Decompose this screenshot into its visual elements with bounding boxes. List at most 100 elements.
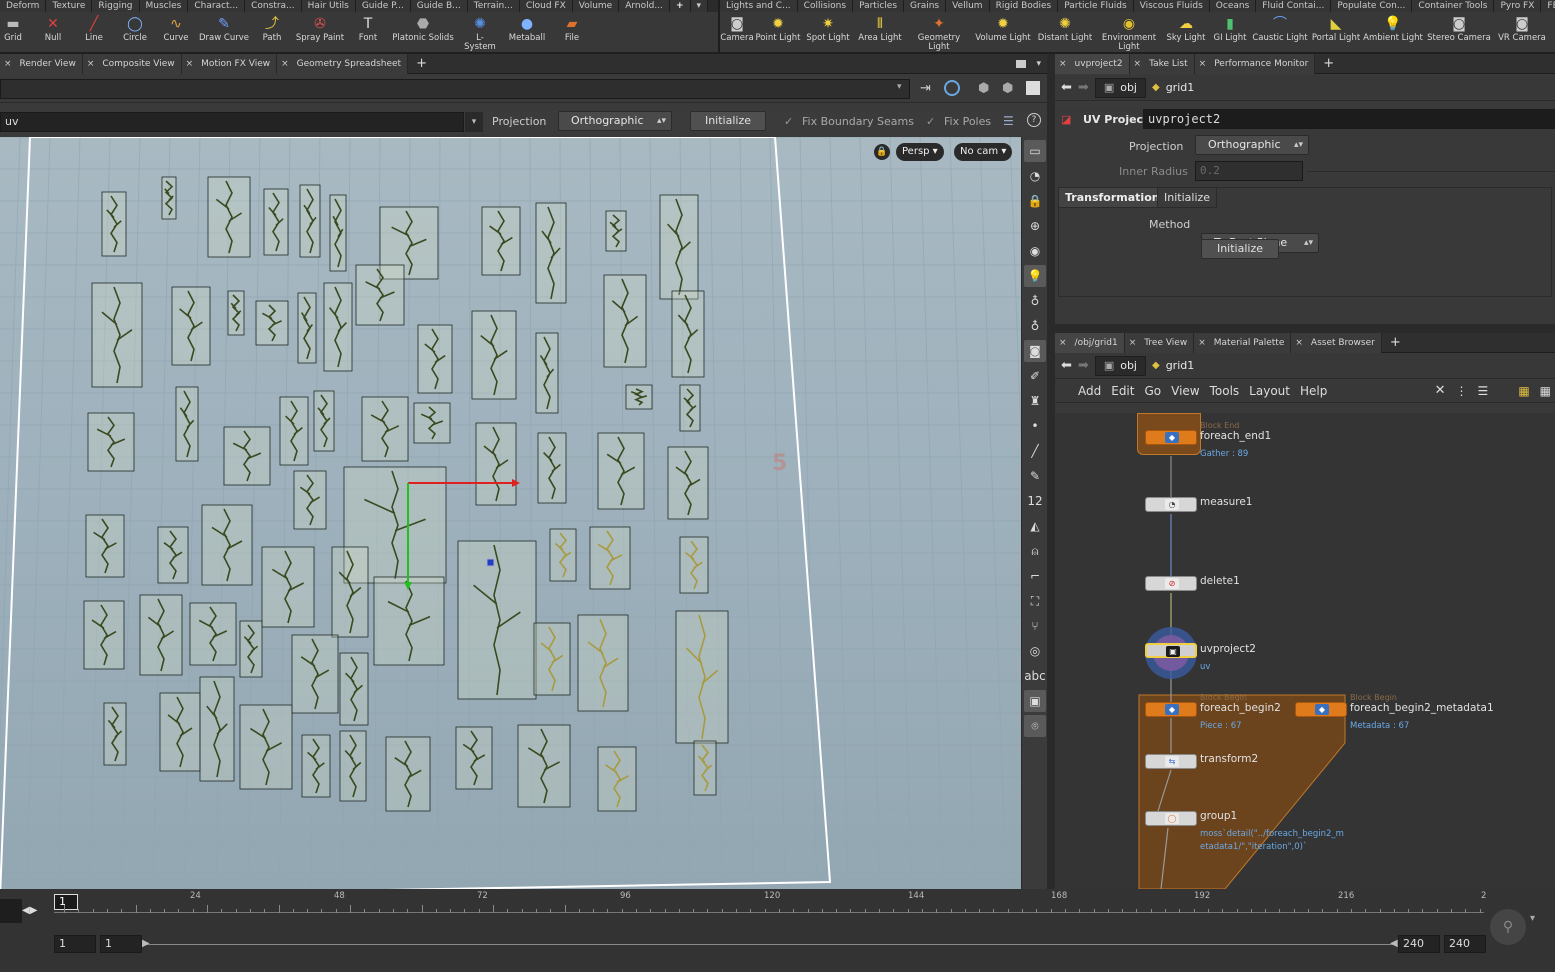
selection-dropdown-icon[interactable]: ▾ xyxy=(897,82,902,92)
shelf-tool[interactable]: ◙ Camera xyxy=(720,12,754,52)
scene-viewport[interactable]: 5 🔒 Persp ▾ No cam ▾ xyxy=(0,137,1021,889)
shelf-tool[interactable]: ╱ Line xyxy=(80,12,108,52)
node-foreach-end1[interactable]: ◆ xyxy=(1145,430,1197,445)
audio-key-icon[interactable]: ⚲ xyxy=(1490,909,1526,945)
pose-icon[interactable]: ✐ xyxy=(1024,365,1046,387)
range-slider[interactable] xyxy=(145,944,1393,945)
shelf-tab[interactable]: Viscous Fluids xyxy=(1133,0,1210,12)
shelf-tab[interactable]: Particle Fluids xyxy=(1058,0,1134,12)
close-icon[interactable]: × xyxy=(1199,54,1207,74)
shelf-tool[interactable]: ✎ Draw Curve xyxy=(190,12,258,52)
node-foreach-begin2[interactable]: ◆ xyxy=(1145,702,1197,717)
shelf-tool[interactable]: ✹ Volume Light xyxy=(972,12,1034,52)
group-field[interactable]: uv xyxy=(0,112,464,132)
branch-icon[interactable]: ⑂ xyxy=(1024,615,1046,637)
lock-icon[interactable]: 🔒 xyxy=(1024,190,1046,212)
tile-view-icon[interactable]: ▦ xyxy=(1540,384,1551,398)
net-menu-item[interactable]: Tools xyxy=(1205,384,1245,398)
pane-tab[interactable]: × Motion FX View xyxy=(181,53,278,74)
shelf-tool[interactable]: ✺ L-System xyxy=(464,12,496,52)
shelf-tab[interactable]: Lights and C... xyxy=(720,0,798,12)
camera-menu[interactable]: No cam ▾ xyxy=(954,143,1013,161)
tab-transformation[interactable]: Transformation xyxy=(1058,187,1167,208)
shelf-tool[interactable]: ● Metaball xyxy=(496,12,558,52)
shelf-tab[interactable]: Guide P... xyxy=(355,0,411,12)
shelf-tab[interactable]: Arnold... xyxy=(619,0,670,12)
help-icon[interactable]: ? xyxy=(1027,113,1041,127)
fix-poles-checkbox[interactable]: ✓ xyxy=(926,115,935,128)
pivot-handle[interactable] xyxy=(486,558,495,567)
shelf-tab[interactable]: Deform xyxy=(0,0,47,12)
pane-tab[interactable]: × Composite View xyxy=(82,53,182,74)
shelf-tool[interactable]: ⬣ Platonic Solids xyxy=(382,12,464,52)
forward-arrow-icon[interactable]: ➡ xyxy=(1078,80,1089,95)
shelf-tab[interactable]: Oceans xyxy=(1209,0,1257,12)
cube-icon[interactable]: ⬢ xyxy=(978,81,989,96)
brush-icon[interactable]: ✎ xyxy=(1024,465,1046,487)
shelf-tab[interactable]: Pyro FX xyxy=(1494,0,1542,12)
add-param-tab-icon[interactable]: + xyxy=(1323,56,1334,71)
net-back-arrow-icon[interactable]: ⬅ xyxy=(1061,358,1072,373)
close-icon[interactable]: × xyxy=(1059,333,1067,353)
pin-light-icon[interactable]: ⌾ xyxy=(1024,715,1046,737)
pane-layout-icon[interactable] xyxy=(1016,59,1027,68)
close-icon[interactable]: × xyxy=(4,54,12,74)
shelf-tab[interactable]: Particles xyxy=(853,0,905,12)
shelf-tab[interactable]: Constra... xyxy=(245,0,302,12)
shelf-tool[interactable]: ▰ File xyxy=(558,12,586,52)
shelf-tab[interactable]: Populate Con... xyxy=(1331,0,1413,12)
net-path-node[interactable]: ◆ grid1 xyxy=(1152,359,1194,372)
net-menu-item[interactable]: Layout xyxy=(1244,384,1295,398)
shelf-tab[interactable]: Hair Utils xyxy=(301,0,356,12)
pane-tab[interactable]: × Take List xyxy=(1129,53,1195,74)
current-frame-field[interactable]: 1 xyxy=(54,894,78,910)
net-menu-item[interactable]: Edit xyxy=(1106,384,1139,398)
net-menu-item[interactable]: View xyxy=(1166,384,1204,398)
tab-initialize[interactable]: Initialize xyxy=(1157,187,1218,208)
select-icon[interactable]: ▭ xyxy=(1024,140,1046,162)
shelf-tool[interactable]: ✕ Null xyxy=(26,12,80,52)
shelf-tool[interactable]: ∿ Curve xyxy=(162,12,190,52)
pane-tab[interactable]: × Material Palette xyxy=(1194,332,1292,353)
node-measure1[interactable]: ◔ xyxy=(1145,497,1197,512)
shelf-tool[interactable]: T Font xyxy=(354,12,382,52)
close-icon[interactable]: × xyxy=(1059,54,1067,74)
node-name-field[interactable]: uvproject2 xyxy=(1143,109,1555,129)
net-menu-item[interactable]: Add xyxy=(1073,384,1106,398)
close-icon[interactable]: × xyxy=(281,54,289,74)
shelf-tab[interactable]: Terrain... xyxy=(467,0,520,12)
add-tab-icon[interactable]: + xyxy=(416,56,427,71)
initialize-button[interactable]: Initialize xyxy=(690,111,766,131)
frame-ruler[interactable] xyxy=(54,912,1484,913)
network-editor[interactable]: Block End ◆ foreach_end1 Gather : 89 ◔ m… xyxy=(1055,413,1555,889)
target-icon[interactable] xyxy=(944,80,960,96)
node-foreach-begin2-metadata1[interactable]: ◆ xyxy=(1295,702,1347,717)
key-options-icon[interactable]: ▾ xyxy=(1530,913,1535,924)
net-menu-item[interactable]: Go xyxy=(1139,384,1166,398)
shelf-tab[interactable]: Rigging xyxy=(92,0,140,12)
back-arrow-icon[interactable]: ⬅ xyxy=(1061,80,1072,95)
display-options-icon[interactable]: ⬢ xyxy=(1002,81,1013,96)
shelf-menu-icon[interactable]: ▾ xyxy=(690,0,709,12)
selection-bar[interactable] xyxy=(0,79,910,99)
shelf-divider[interactable] xyxy=(718,0,720,54)
snap-icon[interactable]: ⊕ xyxy=(1024,215,1046,237)
pane-menu-icon[interactable]: ▾ xyxy=(1036,59,1041,69)
shelf-tool[interactable]: ⫴ Area Light xyxy=(854,12,906,52)
range-start-field[interactable]: 1 xyxy=(100,935,142,953)
shelf-tab[interactable]: Vellum xyxy=(946,0,990,12)
text-icon[interactable]: abc xyxy=(1024,665,1046,687)
close-icon[interactable]: × xyxy=(1129,333,1137,353)
shelf-tab[interactable]: Rigid Bodies xyxy=(989,0,1059,12)
shelf-tool[interactable]: ▬ Grid xyxy=(0,12,26,52)
pane-tab[interactable]: × Geometry Spreadsheet xyxy=(277,53,409,74)
shelf-tool[interactable]: ✺ Distant Light xyxy=(1034,12,1096,52)
edge-icon[interactable]: ╱ xyxy=(1024,440,1046,462)
range-end-field[interactable]: 240 xyxy=(1398,935,1440,953)
close-icon[interactable]: × xyxy=(186,54,194,74)
image-icon[interactable]: ▣ xyxy=(1024,690,1046,712)
pane-tab[interactable]: × Tree View xyxy=(1124,332,1195,353)
shelf-tool[interactable]: ☁ Sky Light xyxy=(1162,12,1210,52)
node-transform2[interactable]: ⇆ xyxy=(1145,754,1197,769)
step-back-icon[interactable]: ◀▶ xyxy=(22,905,37,916)
